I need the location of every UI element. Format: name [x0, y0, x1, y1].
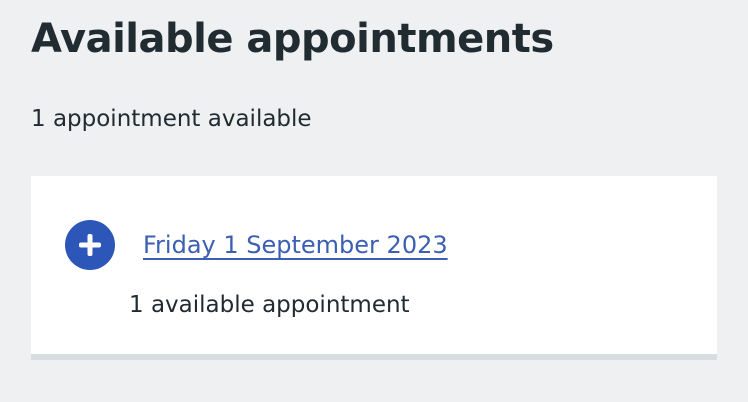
availability-summary: 1 appointment available	[31, 106, 312, 132]
plus-circle-icon[interactable]	[65, 220, 115, 270]
appointment-count-text: 1 available appointment	[129, 292, 410, 318]
page-title: Available appointments	[31, 16, 554, 62]
appointment-day-card: Friday 1 September 2023 1 available appo…	[31, 176, 717, 360]
appointment-day-link[interactable]: Friday 1 September 2023	[143, 229, 448, 261]
appointment-day-row[interactable]: Friday 1 September 2023	[65, 220, 448, 270]
